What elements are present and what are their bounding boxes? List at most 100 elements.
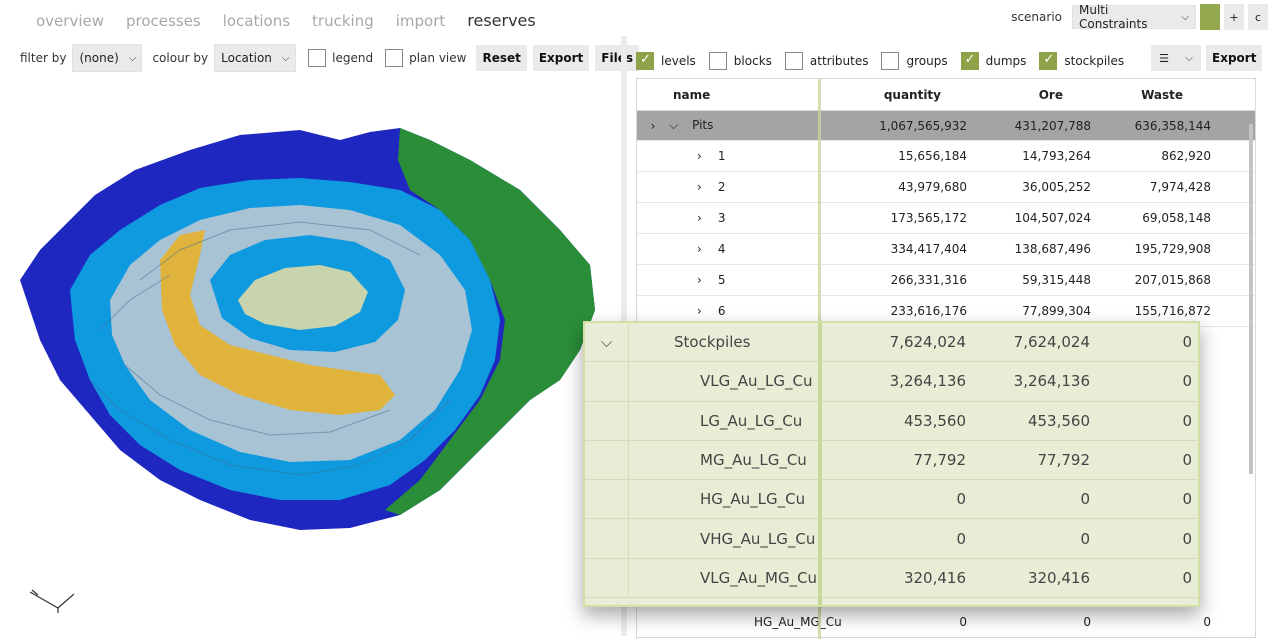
row-ore: 77,899,304 [1022,304,1091,318]
colour-select[interactable]: Location ⌵ [214,44,297,72]
chevron-right-icon[interactable]: › [697,211,702,225]
table-row[interactable]: › 5 266,331,316 59,315,448 207,015,868 [637,265,1255,296]
plan-view-checkbox[interactable] [385,49,404,67]
row-name: Stockpiles [674,333,751,352]
dumps-checkbox[interactable] [960,52,979,70]
export-view-button[interactable]: Export [532,45,590,71]
row-waste: 0 [1203,615,1211,629]
chevron-down-icon[interactable]: ⌵ [585,323,629,362]
add-scenario-button[interactable]: + [1224,4,1244,30]
column-layout-button[interactable]: ☰ ⌵ [1151,45,1201,71]
tab-overview[interactable]: overview [36,10,104,32]
row-quantity: 334,417,404 [890,242,967,256]
copy-scenario-button[interactable]: c [1248,4,1268,30]
stockpiles-header-row[interactable]: ⌵ Stockpiles 7,624,024 7,624,024 0 [585,323,1198,363]
table-row[interactable]: › 3 173,565,172 104,507,024 69,058,148 [637,203,1255,234]
row-waste: 0 [1182,411,1192,430]
tab-trucking[interactable]: trucking [312,10,374,32]
tab-processes[interactable]: processes [126,10,201,32]
stockpile-row[interactable]: LG_Au_LG_Cu 453,560 453,560 0 [585,401,1198,441]
dumps-label: dumps [985,54,1027,68]
files-button[interactable]: Files [595,45,640,71]
row-waste: 636,358,144 [1134,118,1211,133]
row-ore: 3,264,136 [1013,372,1090,391]
stockpile-row[interactable]: VLG_Au_LG_Cu 3,264,136 3,264,136 0 [585,362,1198,402]
stockpile-row[interactable]: MG_Au_LG_Cu 77,792 77,792 0 [585,440,1198,481]
chevron-right-icon[interactable]: › [697,273,702,287]
chevron-right-icon[interactable]: › [697,149,702,163]
main-nav: overview processes locations trucking im… [36,10,536,32]
row-quantity: 1,067,565,932 [879,118,967,133]
chevron-down-icon: ⌵ [128,52,137,64]
app-root: { "nav": { "tabs": ["overview", "process… [0,0,1280,643]
groups-label: groups [906,54,948,68]
table-row[interactable]: HG_Au_MG_Cu 0 0 0 [637,607,1255,637]
filter-value: (none) [79,51,119,65]
row-name: 2 [717,180,726,194]
row-quantity: 0 [956,529,966,548]
chevron-right-icon[interactable]: › [697,304,702,318]
reset-button[interactable]: Reset [476,45,527,71]
row-quantity: 0 [956,490,966,509]
row-name: 4 [717,242,726,256]
table-row[interactable]: › 2 43,979,680 36,005,252 7,974,428 [637,172,1255,203]
stockpiles-checkbox[interactable] [1039,52,1058,70]
row-name: 1 [717,149,726,163]
stockpile-row[interactable]: VHG_Au_LG_Cu 0 0 0 [585,519,1198,559]
export-table-button[interactable]: Export [1206,45,1263,71]
chevron-down-icon[interactable]: ⌵ [669,118,678,132]
legend-checkbox[interactable] [308,49,327,67]
header-ore[interactable]: Ore [967,88,1091,102]
tab-reserves[interactable]: reserves [467,10,535,32]
tab-import[interactable]: import [396,10,446,32]
table-scrollbar[interactable] [1249,124,1253,474]
row-waste: 69,058,148 [1142,211,1211,225]
table-row[interactable]: › 1 15,656,184 14,793,264 862,920 [637,141,1255,172]
attributes-checkbox[interactable] [784,52,803,70]
row-ore: 104,507,024 [1014,211,1091,225]
row-name: 5 [717,273,726,287]
row-ore: 0 [1080,490,1090,509]
row-name: 6 [717,304,726,318]
row-ore: 77,792 [1037,451,1091,470]
header-name[interactable]: name [669,88,819,102]
filter-select[interactable]: (none) ⌵ [72,44,143,72]
row-name: VLG_Au_MG_Cu [700,568,818,587]
chevron-right-icon[interactable]: › [697,180,702,194]
row-waste: 0 [1182,490,1192,509]
tab-locations[interactable]: locations [223,10,290,32]
scenario-select[interactable]: Multi Constraints ⌵ [1072,3,1196,31]
stockpile-row[interactable]: HG_Au_LG_Cu 0 0 0 [585,480,1198,520]
row-quantity: 77,792 [913,451,967,470]
chevron-down-icon: ⌵ [1181,11,1189,23]
scenario-color-swatch[interactable] [1200,4,1220,30]
row-quantity: 266,331,316 [890,273,967,287]
filter-label: filter by [20,51,67,65]
row-quantity: 3,264,136 [889,372,966,391]
chevron-right-icon[interactable]: › [697,242,702,256]
row-name: HG_Au_MG_Cu [754,615,842,629]
row-quantity: 15,656,184 [898,149,967,163]
groups-checkbox[interactable] [881,52,900,70]
pit-3d-view[interactable] [0,80,620,643]
row-waste: 195,729,908 [1134,242,1211,256]
chevron-down-icon: ⌵ [1185,52,1193,64]
row-quantity: 0 [959,615,967,629]
row-ore: 36,005,252 [1022,180,1091,194]
header-quantity[interactable]: quantity [819,88,967,102]
levels-checkbox[interactable] [636,52,654,70]
table-row[interactable]: › 4 334,417,404 138,687,496 195,729,908 [637,234,1255,265]
table-row-pits[interactable]: › ⌵ Pits 1,067,565,932 431,207,788 636,35… [637,111,1255,141]
row-quantity: 320,416 [903,568,966,587]
stockpile-row[interactable]: VLG_Au_MG_Cu 320,416 320,416 0 [585,558,1198,599]
blocks-checkbox[interactable] [708,52,727,70]
header-waste[interactable]: Waste [1091,88,1211,102]
row-ore: 453,560 [1027,411,1090,430]
scenario-label: scenario [1011,10,1062,24]
row-ore: 320,416 [1027,568,1090,587]
row-waste: 0 [1182,372,1192,391]
stockpiles-zoom-panel: ⌵ Stockpiles 7,624,024 7,624,024 0 VLG_A… [583,321,1200,607]
row-name: Pits [692,118,714,132]
chevron-right-icon[interactable]: › [637,119,669,133]
row-waste: 207,015,868 [1134,273,1211,287]
